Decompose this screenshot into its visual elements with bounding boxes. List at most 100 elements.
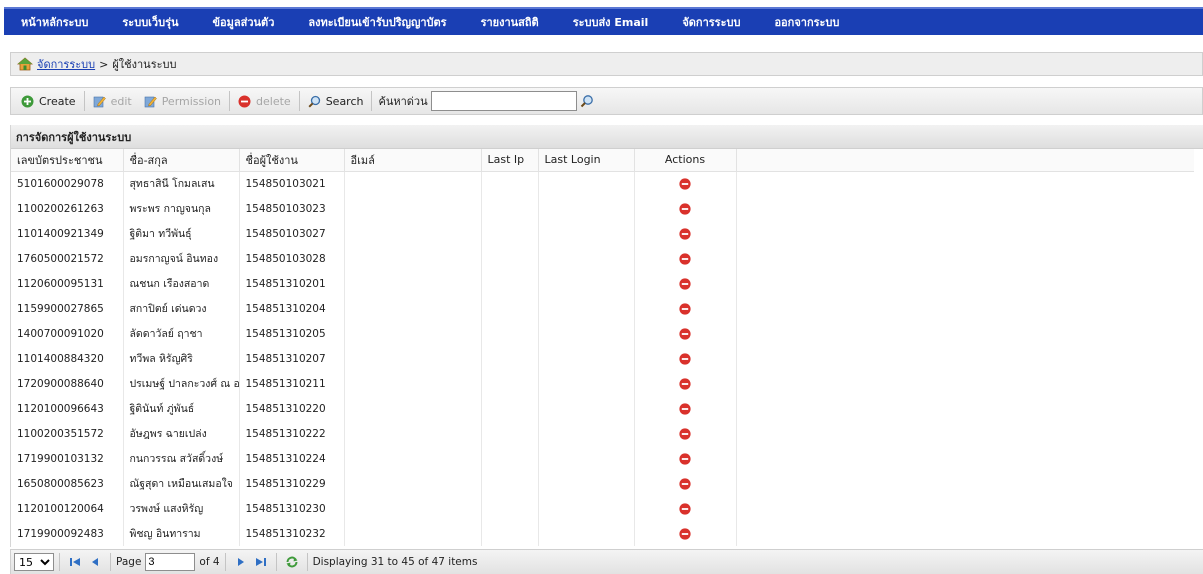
cell-username: 154851310207 — [239, 346, 345, 371]
delete-circle-icon[interactable] — [679, 402, 691, 415]
table-row[interactable]: 1720900088640ปรเมษฐ์ ปาลกะวงศ์ ณ อยุธยา1… — [11, 371, 1194, 396]
toolbar-separator — [298, 91, 300, 111]
home-icon[interactable] — [17, 57, 33, 71]
nav-item-home[interactable]: หน้าหลักระบบ — [4, 13, 105, 31]
delete-button[interactable]: delete — [232, 90, 297, 112]
table-row[interactable]: 1100200351572 อัษฎพร ฉายเปล่ง 154851310222 — [11, 421, 1194, 446]
delete-circle-icon[interactable] — [679, 252, 691, 265]
toolbar: Create edit Permission delete Search ค้น… — [10, 87, 1203, 115]
delete-circle-icon[interactable] — [679, 452, 691, 465]
cell-last-ip — [481, 471, 539, 496]
cell-actions — [634, 296, 737, 321]
current-page-input[interactable] — [145, 553, 196, 571]
next-page-button[interactable] — [233, 554, 249, 570]
cell-citizen-id: 1159900027865 — [11, 296, 124, 321]
grid-title: การจัดการผู้ใช้งานระบบ — [11, 125, 1203, 149]
delete-circle-icon[interactable] — [679, 377, 691, 390]
cell-last-ip — [481, 321, 539, 346]
column-header-email[interactable]: อีเมล์ — [344, 149, 482, 172]
delete-circle-icon[interactable] — [679, 227, 691, 240]
table-row[interactable]: 1719900092483 พิชญ อินทาราม 154851310232 — [11, 521, 1194, 546]
delete-circle-icon[interactable] — [679, 327, 691, 340]
cell-email — [344, 221, 482, 246]
breadcrumb-link-system-admin[interactable]: จัดการระบบ — [37, 55, 95, 73]
first-page-icon — [70, 558, 80, 566]
cell-email — [344, 346, 482, 371]
cell-name: ณชนก เรืองสอาด — [123, 271, 240, 296]
edit-button[interactable]: edit — [87, 90, 138, 112]
cell-name: สุทธาสินี โกมลเสน — [123, 171, 240, 196]
cell-filler — [736, 196, 1194, 221]
delete-circle-icon[interactable] — [679, 202, 691, 215]
magnifier-icon[interactable] — [580, 94, 594, 108]
cell-filler — [736, 346, 1194, 371]
cell-email — [344, 421, 482, 446]
table-row[interactable]: 1120100120064 วรพงษ์ แสงหิรัญ 154851310230 — [11, 496, 1194, 521]
delete-circle-icon[interactable] — [679, 178, 691, 190]
cell-username: 154851310230 — [239, 496, 345, 521]
pencil-icon — [144, 96, 157, 107]
cell-filler — [736, 421, 1194, 446]
cell-email — [344, 446, 482, 471]
cell-username: 154851310224 — [239, 446, 345, 471]
search-button[interactable]: Search — [302, 90, 370, 112]
nav-item-statistics[interactable]: รายงานสถิติ — [464, 13, 556, 31]
first-page-button[interactable] — [67, 554, 83, 570]
delete-circle-icon[interactable] — [679, 427, 691, 440]
table-row[interactable]: 1400700091020 ลัดดาวัลย์ ฤาชา 154851310205 — [11, 321, 1194, 346]
refresh-button[interactable] — [284, 554, 300, 570]
refresh-icon — [286, 556, 298, 568]
page-label: Page — [116, 556, 142, 568]
table-row[interactable]: 1100200261263 พระพร กาญจนกุล 154850103023 — [11, 196, 1194, 221]
cell-last-login — [538, 421, 635, 446]
column-header-actions[interactable]: Actions — [634, 149, 737, 172]
cell-citizen-id: 1101400884320 — [11, 346, 124, 371]
delete-circle-icon[interactable] — [679, 477, 691, 490]
table-row[interactable]: 1120600095131 ณชนก เรืองสอาด 154851310201 — [11, 271, 1194, 296]
search-button-label: Search — [325, 94, 364, 108]
table-row[interactable]: 1719900103132 กนกวรรณ สวัสดิ์วงษ์ 15485131… — [11, 446, 1194, 471]
nav-item-email[interactable]: ระบบส่ง Email — [556, 13, 666, 31]
delete-circle-icon[interactable] — [679, 502, 691, 515]
column-header-last-login[interactable]: Last Login — [538, 149, 635, 172]
table-row[interactable]: 1120100096643 ฐิตินันท์ ภู่พันธ์ 154851310… — [11, 396, 1194, 421]
nav-item-graduation-registration[interactable]: ลงทะเบียนเข้ารับปริญญาบัตร — [291, 13, 463, 31]
create-button[interactable]: Create — [15, 90, 82, 112]
permission-button[interactable]: Permission — [138, 90, 227, 112]
cell-last-ip — [481, 371, 539, 396]
prev-page-button[interactable] — [87, 554, 103, 570]
cell-filler — [736, 246, 1194, 271]
nav-item-generation-web[interactable]: ระบบเว็บรุ่น — [105, 13, 195, 31]
delete-circle-icon[interactable] — [679, 302, 691, 315]
cell-last-login — [538, 471, 635, 496]
quick-search-input[interactable] — [430, 91, 577, 111]
column-header-citizen-id[interactable]: เลขบัตรประชาชน — [11, 149, 124, 172]
cell-last-login — [538, 221, 635, 246]
nav-item-profile[interactable]: ข้อมูลส่วนตัว — [196, 13, 292, 31]
cell-filler — [736, 271, 1194, 296]
delete-circle-icon[interactable] — [679, 352, 691, 365]
table-row[interactable]: 1650800085623 ณัฐสุดา เหมือนเสมอใจ 1548513… — [11, 471, 1194, 496]
cell-last-login — [538, 321, 635, 346]
column-header-name[interactable]: ชื่อ-สกุล — [123, 149, 240, 172]
cell-name: พิชญ อินทาราม — [123, 521, 240, 546]
delete-circle-icon[interactable] — [679, 527, 691, 540]
table-row[interactable]: 1159900027865 สกาปิตย์ เด่นดวง 15485131020… — [11, 296, 1194, 321]
cell-username: 154851310229 — [239, 471, 345, 496]
cell-actions — [634, 446, 737, 471]
cell-username: 154851310232 — [239, 521, 345, 546]
table-row[interactable]: 1760500021572 อมรกาญจน์ อินทอง 15485010302… — [11, 246, 1194, 271]
column-header-username[interactable]: ชื่อผู้ใช้งาน — [239, 149, 345, 172]
table-row[interactable]: 5101600029078 สุทธาสินี โกมลเสน 1548501030… — [11, 171, 1194, 196]
nav-item-logout[interactable]: ออกจากระบบ — [757, 13, 856, 31]
cell-last-ip — [481, 421, 539, 446]
page-size-select[interactable]: 15 — [14, 553, 54, 571]
last-page-button[interactable] — [253, 554, 269, 570]
table-row[interactable]: 1101400884320 ทวีพล หิรัญศิริ 154851310207 — [11, 346, 1194, 371]
nav-item-system-admin[interactable]: จัดการระบบ — [665, 13, 757, 31]
delete-circle-icon — [238, 95, 251, 107]
column-header-filler — [736, 149, 1194, 172]
column-header-last-ip[interactable]: Last Ip — [481, 149, 539, 172]
table-row[interactable]: 1101400921349 ฐิติมา ทวีพันธุ์ 15485010302… — [11, 221, 1194, 246]
delete-circle-icon[interactable] — [679, 277, 691, 290]
